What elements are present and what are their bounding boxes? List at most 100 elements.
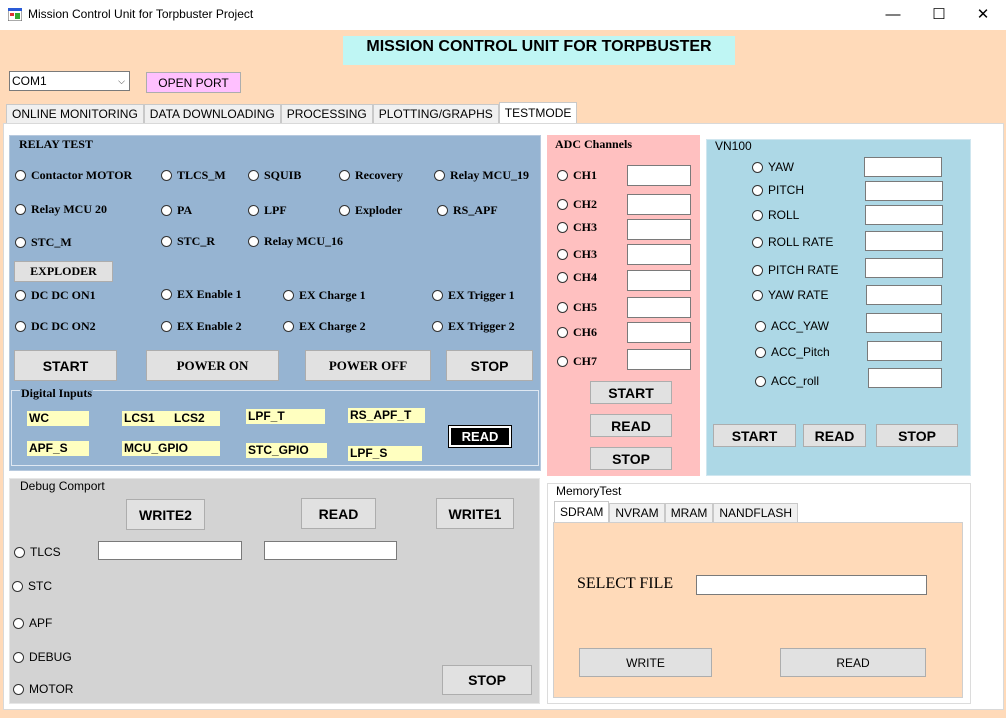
ch2-field[interactable] [627,194,691,215]
tab-mram[interactable]: MRAM [664,503,714,522]
maximize-button[interactable]: ☐ [916,0,962,30]
radio-debug[interactable]: DEBUG [13,650,72,664]
radio-recovery[interactable]: Recovery [339,168,403,183]
ch3-b-field[interactable] [627,244,691,265]
radio-ch3-b[interactable]: CH3 [557,247,597,262]
radio-ch3[interactable]: CH3 [557,220,597,235]
digital-read-button[interactable]: READ [448,425,512,448]
radio-exploder[interactable]: Exploder [339,203,402,218]
debug-stop-button[interactable]: STOP [442,665,532,695]
radio-ch6[interactable]: CH6 [557,325,597,340]
acc-roll-field[interactable] [868,368,942,388]
debug-field-2[interactable] [264,541,397,560]
roll-field[interactable] [865,205,943,225]
radio-tlcs[interactable]: TLCS [14,545,61,559]
radio-tlcs-m[interactable]: TLCS_M [161,168,226,183]
ch7-field[interactable] [627,349,691,370]
radio-ch7[interactable]: CH7 [557,354,597,369]
radio-roll[interactable]: ROLL [752,208,799,222]
radio-stc[interactable]: STC [12,579,52,593]
radio-circle [432,321,443,332]
radio-ex-enable-2[interactable]: EX Enable 2 [161,319,242,334]
radio-relay-mcu-16[interactable]: Relay MCU_16 [248,234,343,249]
radio-ch5[interactable]: CH5 [557,300,597,315]
debug-comport-title: Debug Comport [20,479,105,493]
file-path-field[interactable] [696,575,927,595]
radio-acc-yaw[interactable]: ACC_YAW [755,319,829,333]
tab-sdram[interactable]: SDRAM [554,501,610,522]
write1-button[interactable]: WRITE1 [436,498,514,529]
radio-ex-charge-1[interactable]: EX Charge 1 [283,288,366,303]
exploder-button[interactable]: EXPLODER [14,261,113,282]
vn100-read-button[interactable]: READ [803,424,866,447]
tab-testmode[interactable]: TESTMODE [498,102,578,123]
tab-nandflash[interactable]: NANDFLASH [713,503,799,522]
radio-ex-trigger-2[interactable]: EX Trigger 2 [432,319,515,334]
ch6-field[interactable] [627,322,691,343]
power-off-button[interactable]: POWER OFF [305,350,431,381]
radio-contactor-motor[interactable]: Contactor MOTOR [15,168,132,183]
com-port-select[interactable]: COM1 ⌵ [9,71,130,91]
memory-write-button[interactable]: WRITE [579,648,712,677]
radio-ch2[interactable]: CH2 [557,197,597,212]
yaw-rate-field[interactable] [866,285,942,305]
radio-stc-r[interactable]: STC_R [161,234,215,249]
relay-start-button[interactable]: START [14,350,117,381]
radio-lpf[interactable]: LPF [248,203,287,218]
roll-rate-field[interactable] [865,231,943,251]
acc-yaw-field[interactable] [866,313,942,333]
vn100-start-button[interactable]: START [713,424,796,447]
power-on-button[interactable]: POWER ON [146,350,279,381]
radio-apf[interactable]: APF [13,616,52,630]
radio-squib[interactable]: SQUIB [248,168,301,183]
radio-acc-pitch[interactable]: ACC_Pitch [755,345,830,359]
tab-online-monitoring[interactable]: ONLINE MONITORING [6,104,144,123]
open-port-button[interactable]: OPEN PORT [146,72,241,93]
radio-dc-dc-on2[interactable]: DC DC ON2 [15,319,96,334]
relay-stop-button[interactable]: STOP [446,350,533,381]
radio-yaw[interactable]: YAW [752,160,794,174]
radio-ex-enable-1[interactable]: EX Enable 1 [161,287,242,302]
radio-pa[interactable]: PA [161,203,192,218]
ch3-field[interactable] [627,219,691,240]
close-button[interactable]: ✕ [960,0,1006,30]
adc-stop-button[interactable]: STOP [590,447,672,470]
adc-start-button[interactable]: START [590,381,672,404]
write2-button[interactable]: WRITE2 [126,499,205,530]
radio-ex-charge-2[interactable]: EX Charge 2 [283,319,366,334]
memory-read-button[interactable]: READ [780,648,926,677]
ch5-field[interactable] [627,297,691,318]
tab-processing[interactable]: PROCESSING [280,104,373,123]
ch1-field[interactable] [627,165,691,186]
tab-nvram[interactable]: NVRAM [609,503,665,522]
radio-rs-apf[interactable]: RS_APF [437,203,498,218]
debug-field-1[interactable] [98,541,242,560]
radio-relay-mcu-19[interactable]: Relay MCU_19 [434,168,529,183]
tab-plotting-graphs[interactable]: PLOTTING/GRAPHS [372,104,499,123]
page-title: MISSION CONTROL UNIT FOR TORPBUSTER [343,36,735,65]
yaw-field[interactable] [864,157,942,177]
radio-circle [557,199,568,210]
radio-roll-rate[interactable]: ROLL RATE [752,235,833,249]
radio-ch1[interactable]: CH1 [557,168,597,183]
radio-pitch[interactable]: PITCH [752,183,804,197]
minimize-button[interactable]: — [870,0,916,30]
radio-pitch-rate[interactable]: PITCH RATE [752,263,838,277]
radio-dc-dc-on1[interactable]: DC DC ON1 [15,288,96,303]
ch4-field[interactable] [627,270,691,291]
debug-read-button[interactable]: READ [301,498,376,529]
radio-motor[interactable]: MOTOR [13,682,73,696]
radio-stc-m[interactable]: STC_M [15,235,72,250]
tab-data-downloading[interactable]: DATA DOWNLOADING [143,104,281,123]
pitch-rate-field[interactable] [865,258,943,278]
radio-circle [755,375,766,387]
radio-relay-mcu-20[interactable]: Relay MCU 20 [15,202,107,217]
pitch-field[interactable] [865,181,943,201]
radio-acc-roll[interactable]: ACC_roll [755,374,819,388]
radio-ch4[interactable]: CH4 [557,270,597,285]
acc-pitch-field[interactable] [867,341,942,361]
radio-ex-trigger-1[interactable]: EX Trigger 1 [432,288,515,303]
vn100-stop-button[interactable]: STOP [876,424,958,447]
adc-read-button[interactable]: READ [590,414,672,437]
radio-yaw-rate[interactable]: YAW RATE [752,288,828,302]
